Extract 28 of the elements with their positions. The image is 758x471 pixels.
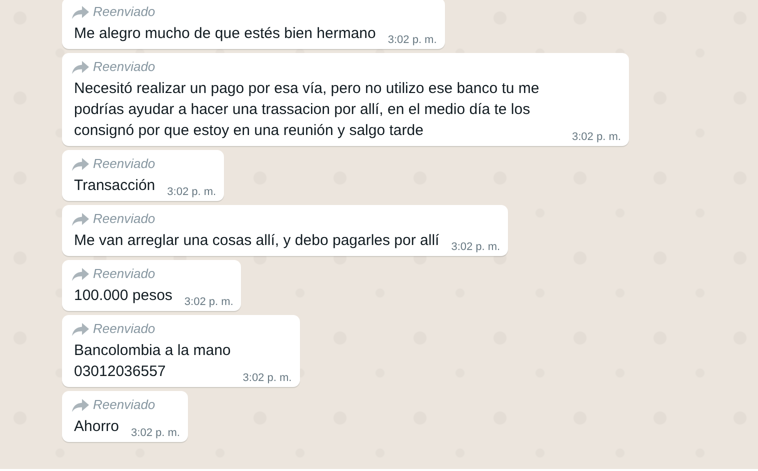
forward-icon xyxy=(72,322,89,336)
message-time: 3:02 p. m. xyxy=(242,372,292,385)
message-text: Ahorro xyxy=(74,417,120,437)
message-time: 3:02 p. m. xyxy=(572,131,621,144)
message-text: Me van arreglar una cosas allí, y debo pagarles por allí xyxy=(74,231,440,251)
forwarded-label: Reenviado xyxy=(93,321,156,337)
message-text: Bancolombia a la mano 03012036557 xyxy=(74,341,231,382)
forward-icon xyxy=(72,6,89,18)
message-text: Necesitó realizar un pago por esa vía, pero no utilizo ese banco tu me podrías ayudar a hacer una trassacion por allí, en el medio día te los consignó por que estoy en una reunión y salgo tarde xyxy=(74,79,540,141)
forward-icon xyxy=(72,398,89,412)
forward-icon xyxy=(72,268,89,280)
forward-icon xyxy=(72,60,89,74)
forward-icon xyxy=(72,158,89,170)
forwarded-label: Reenviado xyxy=(93,397,156,413)
message-time: 3:02 p. m. xyxy=(131,427,180,440)
message-text: 100.000 pesos xyxy=(74,286,172,306)
message-time: 3:02 p. m. xyxy=(184,296,234,309)
forwarded-label: Reenviado xyxy=(93,211,156,227)
forwarded-label: Reenviado xyxy=(93,59,156,75)
forward-icon xyxy=(72,212,89,226)
message-time: 3:02 p. m. xyxy=(451,241,500,254)
forwarded-label: Reenviado xyxy=(93,4,156,20)
message-time: 3:02 p. m. xyxy=(388,34,437,47)
message-time: 3:02 p. m. xyxy=(167,186,216,199)
forwarded-label: Reenviado xyxy=(93,266,156,282)
message-text: Transacción xyxy=(74,176,156,196)
message-text: Me alegro mucho de que estés bien hermano xyxy=(74,24,376,44)
forwarded-label: Reenviado xyxy=(93,156,156,172)
